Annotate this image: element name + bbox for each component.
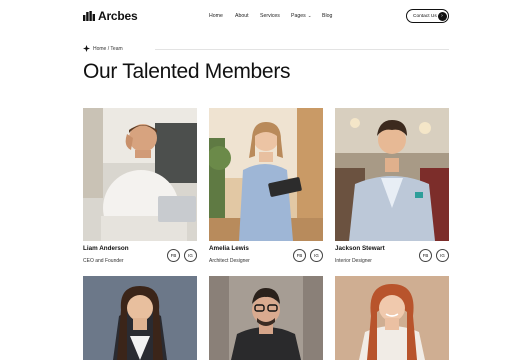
nav-pages[interactable]: Pages ⌄	[291, 13, 312, 19]
member-photo	[209, 108, 323, 241]
member-card: Liam Anderson CEO and Founder FB IG	[83, 108, 197, 264]
member-photo	[335, 108, 449, 241]
member-name: Liam Anderson	[83, 245, 129, 252]
member-card: Amelia Lewis Architect Designer FB IG	[209, 108, 323, 264]
member-photo	[335, 276, 449, 360]
breadcrumb-text[interactable]: Home / Team	[93, 46, 123, 52]
contact-us-label: Contact Us	[413, 13, 437, 19]
nav-pages-label: Pages	[291, 13, 306, 19]
member-name: Jackson Stewart	[335, 245, 385, 252]
brand-name: Arcbes	[98, 9, 138, 23]
member-photo	[83, 108, 197, 241]
breadcrumb: Home / Team	[83, 45, 123, 52]
instagram-link[interactable]: IG	[436, 249, 449, 262]
breadcrumb-divider	[155, 49, 449, 50]
contact-us-button[interactable]: Contact Us ›	[406, 9, 449, 23]
facebook-link[interactable]: FB	[293, 249, 306, 262]
page-title: Our Talented Members	[83, 60, 291, 83]
member-role: CEO and Founder	[83, 258, 124, 264]
arrow-right-icon: ›	[437, 11, 447, 21]
chevron-down-icon: ⌄	[307, 13, 312, 18]
building-bars-icon	[83, 11, 95, 21]
member-role: Interior Designer	[335, 258, 372, 264]
nav-about[interactable]: About	[235, 13, 249, 19]
member-card: Jackson Stewart Interior Designer FB IG	[335, 108, 449, 264]
nav-blog[interactable]: Blog	[322, 13, 332, 19]
nav-services[interactable]: Services	[260, 13, 280, 19]
facebook-link[interactable]: FB	[167, 249, 180, 262]
member-role: Architect Designer	[209, 258, 250, 264]
member-photo	[209, 276, 323, 360]
site-header: Arcbes Home About Services Pages ⌄ Blog C…	[0, 0, 532, 34]
diamond-cross-icon	[83, 45, 90, 52]
instagram-link[interactable]: IG	[310, 249, 323, 262]
facebook-link[interactable]: FB	[419, 249, 432, 262]
brand-logo[interactable]: Arcbes	[83, 9, 138, 23]
instagram-link[interactable]: IG	[184, 249, 197, 262]
member-name: Amelia Lewis	[209, 245, 249, 252]
nav-home[interactable]: Home	[209, 13, 223, 19]
member-photo	[83, 276, 197, 360]
